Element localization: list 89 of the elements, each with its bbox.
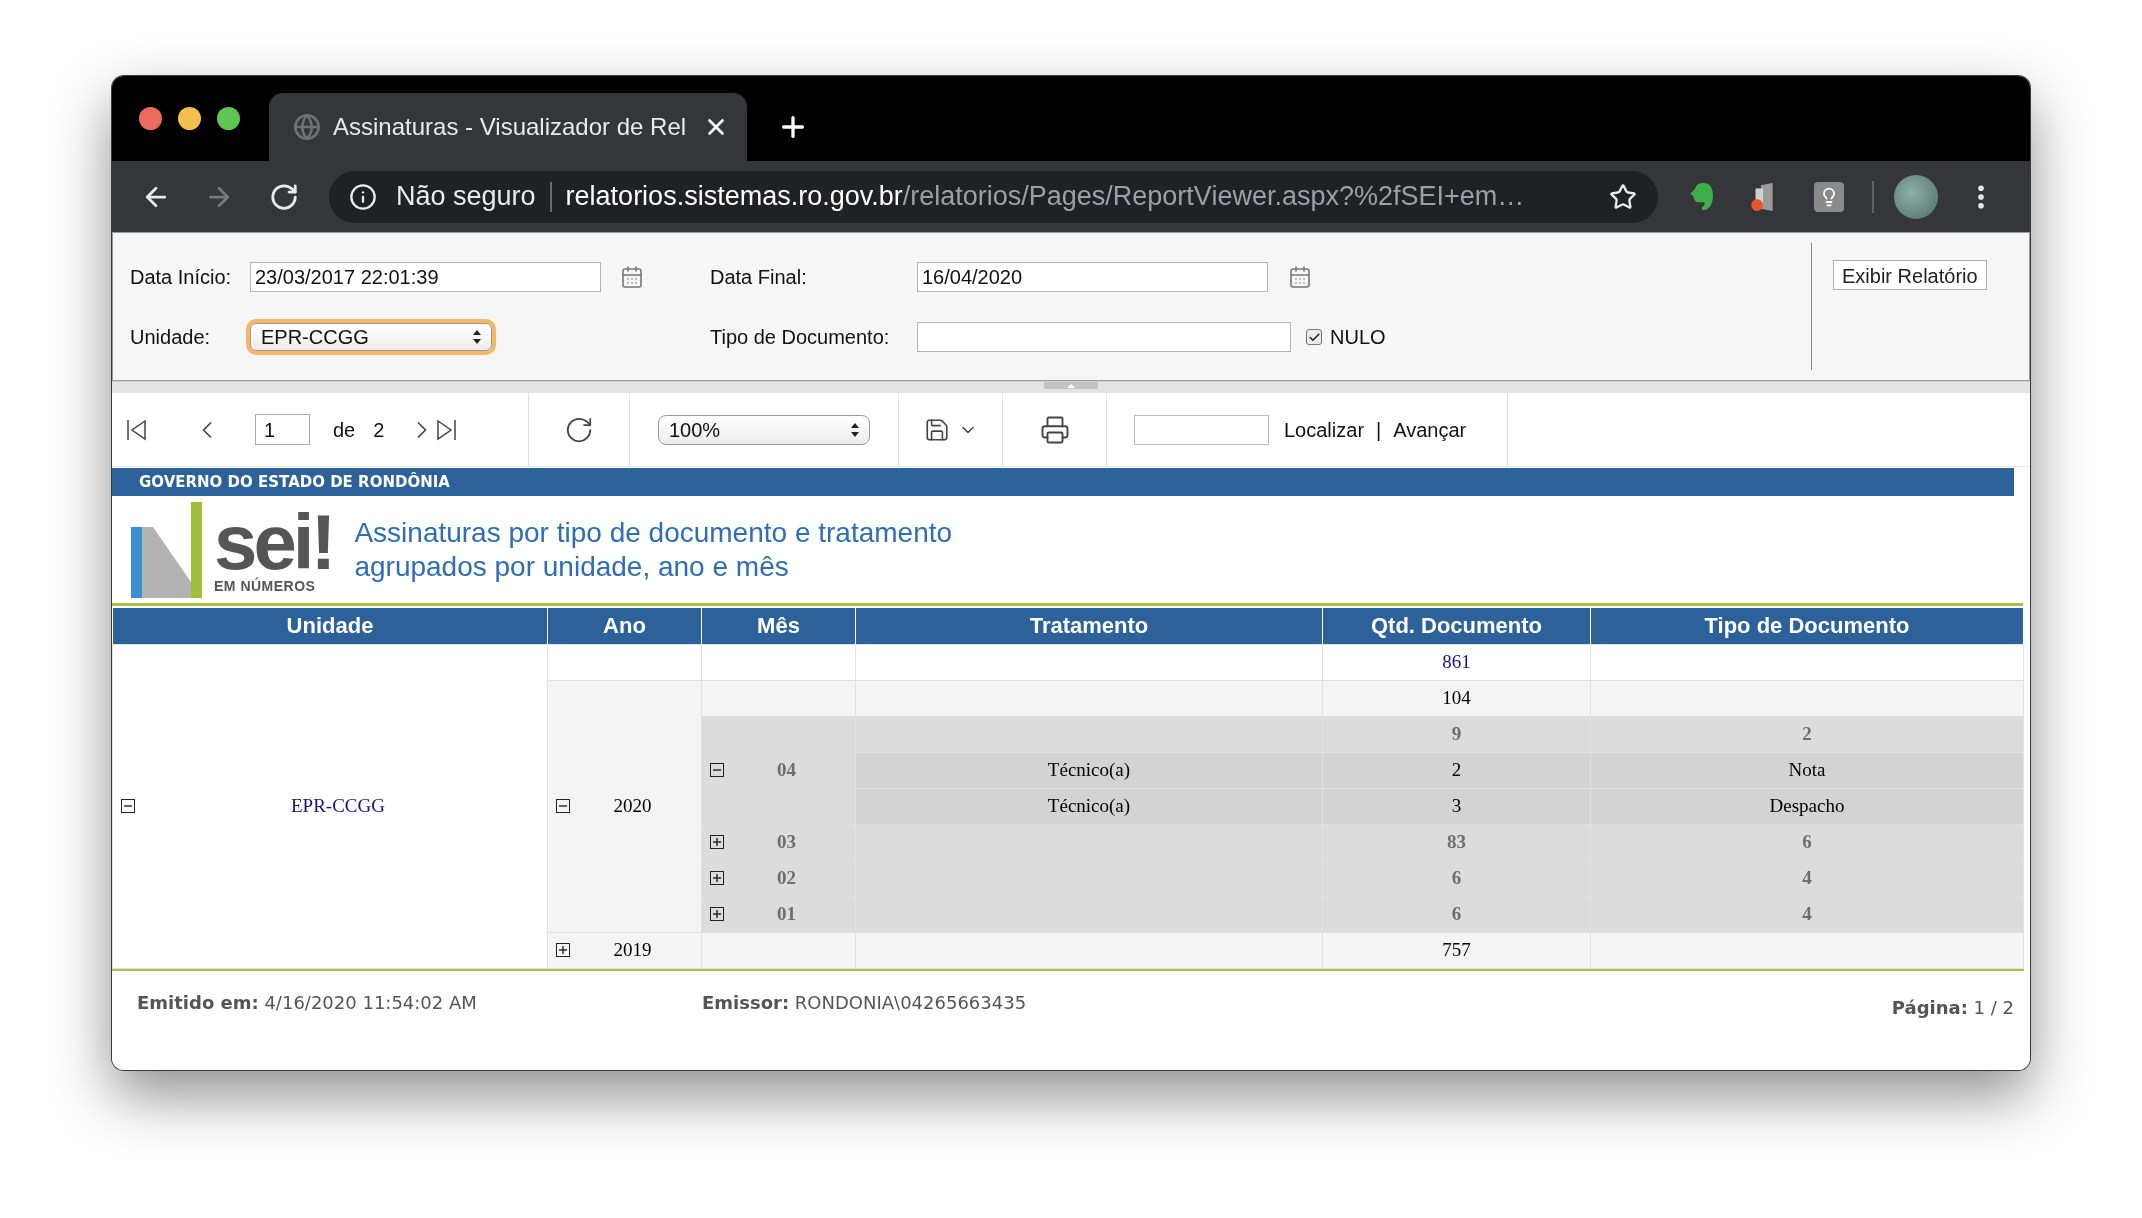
zoom-select[interactable]: 100% xyxy=(658,414,870,445)
table-cell: 9 xyxy=(1322,716,1591,752)
url-text: relatorios.sistemas.ro.gov.br/relatorios/Pages/ReportViewer.aspx?%2fSEI+em… xyxy=(565,180,1525,214)
field-label: Unidade: xyxy=(130,325,212,350)
column-header: Unidade xyxy=(112,608,548,644)
month-label: 01 xyxy=(777,901,796,926)
table-cell: 83 xyxy=(1322,824,1591,860)
issued-text: Emitido em: 4/16/2020 11:54:02 AM xyxy=(137,990,478,1015)
field-label: Data Início: xyxy=(130,265,233,290)
expand-icon[interactable] xyxy=(710,907,724,921)
zoom-window-button[interactable] xyxy=(217,107,240,130)
table-cell: Nota xyxy=(1590,752,2024,788)
calendar-icon[interactable] xyxy=(620,265,644,289)
date-field[interactable]: 16/04/2020 xyxy=(917,262,1268,292)
lightbulb-icon[interactable] xyxy=(1814,181,1844,212)
pipe-separator: | xyxy=(1376,417,1382,443)
column-header: Tipo de Documento xyxy=(1590,608,2024,644)
column-header: Mês xyxy=(701,608,856,644)
minimize-window-button[interactable] xyxy=(178,107,201,130)
page-number-field[interactable]: 1 xyxy=(255,414,310,445)
month-label: 03 xyxy=(777,829,796,854)
table-cell: Técnico(a) xyxy=(855,788,1323,824)
security-label: Não seguro xyxy=(396,180,536,214)
table-cell: 2 xyxy=(1322,752,1591,788)
reload-icon[interactable] xyxy=(269,181,299,212)
bookmark-star-icon[interactable] xyxy=(1609,182,1637,211)
field-label: Data Final: xyxy=(710,265,808,290)
collapse-icon[interactable] xyxy=(556,799,570,813)
unit-name: EPR-CCGG xyxy=(291,793,385,818)
year-label: 2019 xyxy=(613,937,652,962)
month-label: 02 xyxy=(777,865,796,890)
date-field[interactable]: 23/03/2017 22:01:39 xyxy=(250,262,601,292)
table-cell: 4 xyxy=(1590,860,2024,896)
checkbox-label: NULO xyxy=(1330,325,1386,350)
find-field[interactable] xyxy=(1134,414,1269,445)
table-cell: Técnico(a) xyxy=(855,752,1323,788)
expand-icon[interactable] xyxy=(710,871,724,885)
collapse-handle[interactable] xyxy=(1044,382,1098,389)
checkbox[interactable] xyxy=(1306,329,1322,345)
logo-tagline: EM NÚMEROS xyxy=(214,577,316,594)
first-page-icon[interactable] xyxy=(127,418,147,441)
page-text: Página: 1 / 2 xyxy=(1891,995,2014,1020)
browser-tab[interactable]: Assinaturas - Visualizador de Rel xyxy=(269,93,747,161)
column-header: Tratamento xyxy=(855,608,1323,644)
expand-icon[interactable] xyxy=(556,943,570,957)
expand-icon[interactable] xyxy=(710,835,724,849)
month-label: 04 xyxy=(777,757,796,782)
elephant-icon[interactable] xyxy=(1689,181,1715,212)
table-cell: Despacho xyxy=(1590,788,2024,824)
next-link[interactable]: Avançar xyxy=(1393,414,1467,445)
check-icon xyxy=(1307,330,1321,344)
page-of-label: de xyxy=(333,417,356,443)
updown-arrows-icon xyxy=(473,330,481,344)
address-bar[interactable]: Não seguro relatorios.sistemas.ro.gov.br/relatorios/Pages/ReportViewer.aspx?%2fSEI+em… xyxy=(329,170,1658,223)
collapse-icon[interactable] xyxy=(710,763,724,777)
column-header: Qtd. Documento xyxy=(1322,608,1591,644)
document-type-field[interactable] xyxy=(917,322,1291,352)
collapse-icon[interactable] xyxy=(121,799,135,813)
document-badge-icon[interactable] xyxy=(1750,181,1776,212)
table-cell: 104 xyxy=(1322,680,1591,716)
table-cell: 6 xyxy=(1322,860,1591,896)
table-cell: 3 xyxy=(1322,788,1591,824)
calendar-icon[interactable] xyxy=(1288,265,1312,289)
issuer-text: Emissor: RONDONIA\04265663435 xyxy=(702,990,1027,1015)
avatar[interactable] xyxy=(1894,174,1938,219)
view-report-button[interactable]: Exibir Relatório xyxy=(1833,260,1987,290)
table-cell: 4 xyxy=(1590,896,2024,932)
last-page-icon[interactable] xyxy=(436,418,457,441)
field-label: Tipo de Documento: xyxy=(710,325,891,350)
report-title: agrupados por unidade, ano e mês xyxy=(354,549,790,584)
logo-wordmark: sei! xyxy=(214,505,333,578)
report-banner: GOVERNO DO ESTADO DE RONDÔNIA xyxy=(112,468,2014,496)
table-cell: 861 xyxy=(1322,644,1591,680)
table-cell: 2 xyxy=(1590,716,2024,752)
updown-arrows-icon xyxy=(851,422,859,437)
page-count: 2 xyxy=(373,417,385,443)
table-cell: 757 xyxy=(1322,932,1591,968)
find-link[interactable]: Localizar xyxy=(1284,414,1365,445)
info-icon[interactable] xyxy=(349,182,377,211)
year-label: 2020 xyxy=(613,793,652,818)
close-window-button[interactable] xyxy=(139,107,162,130)
logo-icon xyxy=(131,501,202,598)
printer-icon[interactable] xyxy=(1039,414,1070,445)
column-header: Ano xyxy=(547,608,702,644)
table-cell: 6 xyxy=(1590,824,2024,860)
table-cell: 6 xyxy=(1322,896,1591,932)
caret-up-icon xyxy=(1067,383,1075,388)
report-title: Assinaturas por tipo de documento e tratamento xyxy=(354,515,953,550)
globe-icon xyxy=(293,113,321,141)
